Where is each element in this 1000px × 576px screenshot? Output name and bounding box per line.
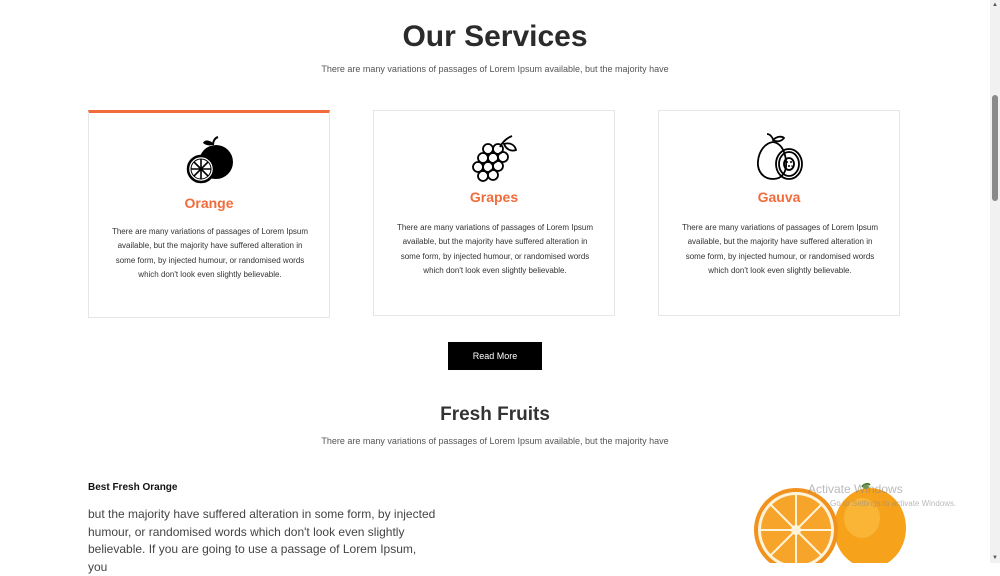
- best-fresh-orange-heading: Best Fresh Orange: [88, 482, 178, 493]
- scroll-down-arrow-icon[interactable]: ▼: [991, 554, 999, 562]
- read-more-button[interactable]: Read More: [448, 342, 542, 370]
- orange-icon: [186, 136, 233, 184]
- page-scrollbar[interactable]: ▲ ▼: [990, 0, 1000, 563]
- service-card-grapes[interactable]: Grapes There are many variations of pass…: [373, 110, 615, 316]
- grapes-icon: [472, 135, 518, 182]
- guava-icon: [757, 133, 803, 180]
- service-card-title: Grapes: [469, 189, 519, 205]
- scroll-thumb[interactable]: [992, 95, 998, 201]
- activate-windows-watermark: Activate Windows: [808, 482, 903, 496]
- services-title: Our Services: [402, 20, 588, 53]
- services-subtitle: There are many variations of passages of…: [321, 64, 669, 74]
- service-card-orange[interactable]: Orange There are many variations of pass…: [88, 110, 330, 318]
- activate-windows-subtext: Go to Settings to activate Windows.: [830, 499, 957, 508]
- service-card-text: There are many variations of passages of…: [681, 223, 879, 275]
- fresh-fruits-title: Fresh Fruits: [440, 404, 550, 425]
- service-card-title: Gauva: [757, 189, 801, 205]
- service-card-text: There are many variations of passages of…: [396, 223, 594, 275]
- service-card-title: Orange: [184, 195, 234, 211]
- service-card-guava[interactable]: Gauva There are many variations of passa…: [658, 110, 900, 316]
- best-fresh-orange-text: but the majority have suffered alteratio…: [88, 507, 436, 574]
- service-card-text: There are many variations of passages of…: [111, 227, 309, 279]
- fresh-fruits-subtitle: There are many variations of passages of…: [321, 436, 669, 446]
- scroll-up-arrow-icon[interactable]: ▲: [991, 1, 999, 9]
